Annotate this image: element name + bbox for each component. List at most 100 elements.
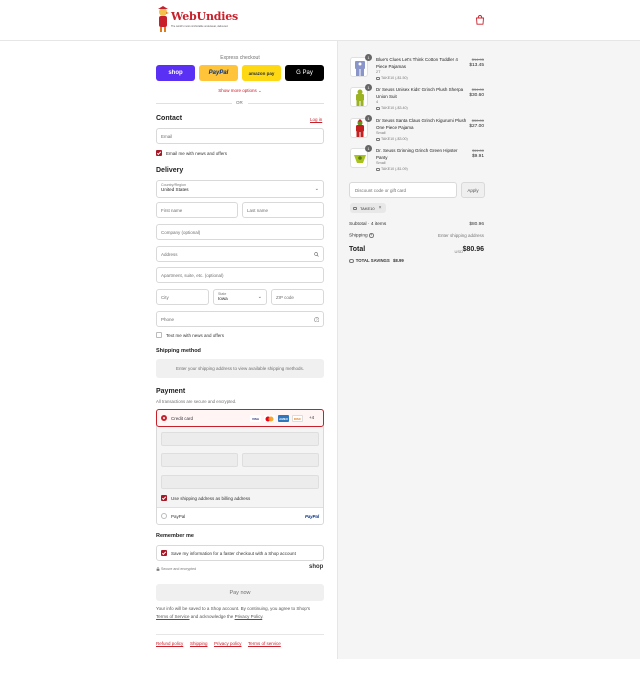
savings-label: TOTAL SAVINGS	[355, 258, 390, 263]
email-news-checkbox[interactable]	[156, 150, 162, 156]
text-news-label: Text me with news and offers	[166, 333, 224, 338]
checkout-header: WebUndies The world's most comfortable u…	[0, 0, 640, 41]
tag-icon	[376, 106, 380, 110]
apply-discount-button[interactable]: Apply	[461, 182, 485, 198]
country-select[interactable]: Country/Region United States ⌄	[156, 180, 324, 198]
item-discount: TAKE10 (-$3.00)	[376, 137, 408, 141]
chevron-down-icon: ⌄	[257, 294, 262, 300]
phone-field[interactable]: Phone ?	[156, 311, 324, 327]
state-select[interactable]: State Iowa ⌄	[213, 289, 267, 305]
discover-icon: DISC	[292, 415, 303, 422]
store-logo[interactable]: WebUndies The world's most comfortable u…	[156, 6, 238, 34]
city-field[interactable]: City	[156, 289, 209, 305]
legal-notice-line2: Terms of Service and acknowledge the Pri…	[156, 614, 264, 619]
email-field[interactable]: Email	[156, 128, 324, 144]
quantity-badge: 1	[365, 84, 372, 91]
item-name: Dr Seuss Unisex Kids' Grinch Plush Sherp…	[376, 87, 464, 99]
item-discount-text: TAKE10 (-$3.00)	[381, 137, 408, 141]
shipping-label-text: Shipping	[349, 233, 368, 239]
footer-privacy-policy-link[interactable]: Privacy policy	[214, 641, 242, 646]
grinch-union-suit-image	[356, 89, 364, 106]
duck-mascot-icon	[158, 6, 169, 32]
item-variant: 2T	[376, 70, 381, 74]
security-code-field[interactable]	[242, 453, 319, 467]
save-info-checkbox[interactable]	[161, 550, 167, 556]
savings-tag-icon	[349, 258, 354, 264]
footer-refund-policy-link[interactable]: Refund policy	[156, 641, 183, 646]
discount-code-input[interactable]: Discount code or gift card	[349, 182, 457, 198]
shopping-bag-icon[interactable]	[475, 15, 485, 25]
pay-now-button[interactable]: Pay now	[156, 584, 324, 601]
item-price: $30.60	[469, 93, 484, 98]
shop-pay-button[interactable]: shop	[156, 65, 195, 81]
address-field[interactable]: Address	[156, 246, 324, 262]
shipping-method-heading: Shipping method	[156, 348, 201, 354]
visa-icon: VISA	[250, 415, 261, 422]
shipping-label: Shipping ?	[349, 233, 374, 239]
help-circle-icon[interactable]: ?	[369, 233, 374, 238]
company-placeholder: Company (optional)	[161, 229, 201, 235]
apply-label: Apply	[467, 187, 479, 193]
total-savings: TOTAL SAVINGS $8.99	[349, 258, 404, 264]
footer-shipping-link[interactable]: Shipping	[190, 641, 208, 646]
visa-text: VISA	[251, 416, 259, 421]
payment-subtitle: All transactions are secure and encrypte…	[156, 399, 237, 404]
subtotal-label: Subtotal · 4 items	[349, 222, 387, 227]
santa-grinch-pajama-image	[356, 119, 364, 137]
apartment-field[interactable]: Apartment, suite, etc. (optional)	[156, 267, 324, 283]
or-separator: OR	[236, 100, 243, 105]
show-more-options-link[interactable]: Show more options ⌄	[156, 88, 324, 94]
card-number-field[interactable]	[161, 432, 319, 446]
paypal-button[interactable]: PayPal	[199, 65, 238, 81]
terms-of-service-link[interactable]: Terms of Service	[156, 614, 190, 619]
item-original-price: $11.00	[472, 148, 484, 153]
chevron-down-icon: ⌄	[258, 88, 262, 93]
expiration-date-field[interactable]	[161, 453, 238, 467]
divider-right	[248, 103, 324, 104]
legal-and-text: and acknowledge the	[189, 614, 235, 619]
item-discount: TAKE10 (-$1.50)	[376, 76, 408, 80]
total-value: $80.96	[462, 246, 484, 253]
google-pay-button[interactable]: G Pay	[285, 65, 324, 81]
first-name-field[interactable]: First name	[156, 202, 238, 218]
item-variant: 4	[376, 100, 379, 104]
phone-placeholder: Phone	[161, 316, 175, 322]
billing-same-checkbox[interactable]	[161, 495, 167, 501]
name-on-card-field[interactable]	[161, 475, 319, 489]
address-placeholder: Address	[161, 251, 178, 257]
footer-terms-link[interactable]: Terms of service	[248, 641, 281, 646]
grinch-panty-image	[354, 155, 366, 163]
tag-icon	[353, 206, 357, 210]
item-price: $27.00	[469, 124, 484, 129]
last-name-placeholder: Last name	[247, 207, 269, 213]
mastercard-icon	[264, 415, 275, 422]
remove-discount-icon[interactable]: ×	[379, 205, 382, 211]
company-field[interactable]: Company (optional)	[156, 224, 324, 240]
item-original-price: $14.95	[471, 57, 484, 62]
item-price: $9.91	[471, 154, 484, 159]
shop-pay-label: shop	[168, 70, 183, 76]
item-name: Blue's Clues Let's Think Cotton Toddler …	[376, 57, 458, 69]
zip-placeholder: ZIP code	[276, 294, 294, 300]
last-name-field[interactable]: Last name	[242, 202, 324, 218]
email-placeholder: Email	[161, 133, 173, 139]
privacy-policy-link[interactable]: Privacy Policy	[235, 614, 263, 619]
discount-code-text: TAKE10	[360, 205, 375, 211]
secure-encrypted-text: Secure and encrypted	[161, 567, 197, 571]
chevron-down-icon: ⌄	[314, 186, 319, 192]
text-news-checkbox[interactable]	[156, 332, 162, 338]
paypal-logo: PayPal	[305, 514, 320, 519]
zip-field[interactable]: ZIP code	[271, 289, 324, 305]
amazon-pay-button[interactable]: amazon pay	[242, 65, 281, 81]
item-variant: Small	[376, 161, 386, 165]
item-original-price: $34.00	[471, 87, 484, 92]
paypal-radio[interactable]	[161, 513, 167, 519]
help-circle-icon[interactable]: ?	[313, 316, 320, 323]
log-in-link[interactable]: Log in	[310, 117, 322, 122]
tag-icon	[376, 76, 380, 80]
legal-notice-line1: Your info will be saved to a Shop accoun…	[156, 606, 311, 611]
item-original-price: $30.00	[471, 118, 484, 123]
subtotal-value: $80.96	[469, 222, 484, 227]
credit-card-radio[interactable]	[161, 415, 167, 421]
save-info-label: Save my information for a faster checkou…	[171, 551, 296, 556]
